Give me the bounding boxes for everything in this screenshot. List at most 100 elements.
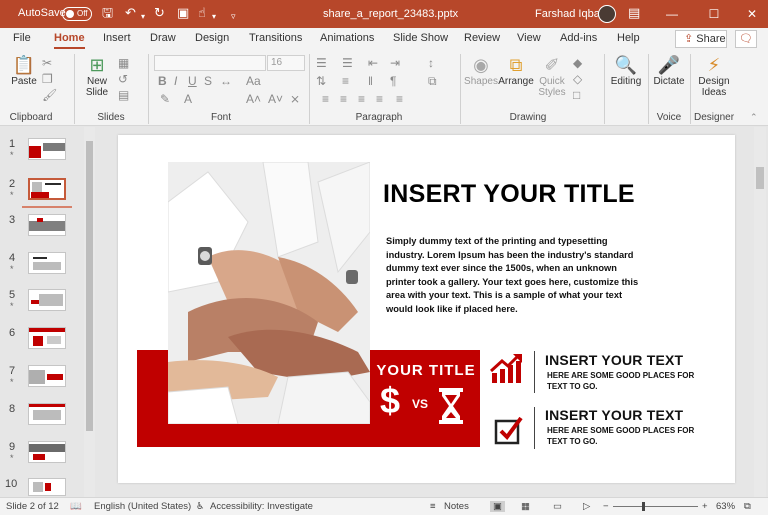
tab-transitions[interactable]: Transitions (249, 32, 302, 44)
thumbnail-5[interactable]: 5 * (0, 289, 85, 319)
minimize-icon[interactable]: — (658, 3, 686, 25)
thumbnail-image[interactable] (28, 403, 66, 425)
accessibility-icon[interactable]: ♿ (196, 501, 205, 512)
customize-toolbar-icon[interactable]: ▿ (231, 9, 236, 23)
tab-animations[interactable]: Animations (320, 32, 374, 44)
feature-1-title[interactable]: INSERT YOUR TEXT (545, 352, 683, 368)
thumbnail-image[interactable] (28, 214, 66, 236)
change-case-icon[interactable]: Aa (246, 74, 261, 88)
reset-icon[interactable]: ↺ (118, 72, 128, 86)
align-center-icon[interactable]: ≡ (340, 92, 347, 106)
thumbnail-image[interactable] (28, 441, 66, 463)
thumbnail-6[interactable]: 6 (0, 327, 85, 357)
align-left-icon[interactable]: ≡ (322, 92, 329, 106)
arrange-button[interactable]: ⧉ Arrange (498, 54, 534, 87)
fit-slide-icon[interactable]: ⧉ (744, 501, 751, 512)
spelling-icon[interactable]: 📖 (70, 501, 82, 512)
thumbnail-scrollbar[interactable] (84, 127, 95, 497)
tab-review[interactable]: Review (464, 32, 500, 44)
new-slide-button[interactable]: ⊞ New Slide (80, 54, 114, 98)
redo-icon[interactable]: ↻ (154, 6, 165, 20)
maximize-icon[interactable]: ☐ (700, 3, 728, 25)
zoom-level[interactable]: 63% (716, 501, 735, 512)
zoom-out-icon[interactable]: − (603, 501, 609, 512)
slideshow-icon[interactable]: ▷ (583, 501, 590, 512)
tab-home[interactable]: Home (54, 32, 85, 49)
shape-effects-icon[interactable]: □ (573, 88, 580, 102)
cut-icon[interactable]: ✂ (42, 56, 52, 70)
accessibility-status[interactable]: Accessibility: Investigate (210, 501, 313, 512)
banner-title[interactable]: YOUR TITLE (376, 362, 476, 379)
thumbnail-7[interactable]: 7 * (0, 365, 85, 395)
character-spacing-icon[interactable]: ↔ (220, 74, 232, 88)
shapes-button[interactable]: ◉ Shapes (464, 54, 498, 87)
slide-sorter-icon[interactable]: ▦ (521, 501, 530, 512)
thumbnail-3[interactable]: 3 (0, 214, 85, 244)
clear-formatting-icon[interactable]: ⨯ (290, 92, 300, 106)
font-family-combo[interactable] (154, 55, 266, 71)
format-painter-icon[interactable]: 🖌 (42, 88, 57, 102)
thumbnail-1[interactable]: 1 * (0, 138, 85, 168)
scrollbar-thumb[interactable] (756, 167, 764, 189)
decrease-font-icon[interactable]: A˅ (268, 92, 283, 106)
touch-mode-icon[interactable]: ☝ (198, 6, 206, 20)
align-right-icon[interactable]: ≡ (358, 92, 365, 106)
columns-icon[interactable]: ‖ (368, 74, 373, 88)
font-size-combo[interactable]: 16 (267, 55, 305, 71)
slide-canvas[interactable]: INSERT YOUR TITLE Simply dummy text of t… (118, 135, 735, 483)
undo-icon[interactable]: ↶ (125, 6, 136, 20)
thumbnail-2[interactable]: 2 * (0, 178, 85, 208)
reading-view-icon[interactable]: ▭ (553, 501, 562, 512)
share-button[interactable]: ⇪ Share (675, 30, 727, 48)
copy-icon[interactable]: ❐ (42, 72, 53, 86)
zoom-in-icon[interactable]: + (702, 501, 708, 512)
feature-2-title[interactable]: INSERT YOUR TEXT (545, 407, 683, 423)
thumbnail-image[interactable] (28, 478, 66, 496)
decrease-indent-icon[interactable]: ⇤ (368, 56, 378, 70)
thumbnail-4[interactable]: 4 * (0, 252, 85, 282)
thumbnail-image[interactable] (28, 289, 66, 311)
avatar[interactable] (598, 5, 616, 23)
dictate-button[interactable]: 🎤 Dictate (652, 54, 686, 87)
justify-icon[interactable]: ≡ (376, 92, 383, 106)
close-icon[interactable]: ✕ (738, 3, 766, 25)
align-text-icon[interactable]: ≡ (342, 74, 349, 88)
slide-vertical-scrollbar[interactable] (754, 127, 766, 497)
ribbon-display-icon[interactable]: ▤ (628, 6, 640, 20)
increase-font-icon[interactable]: A˄ (246, 92, 261, 106)
tab-slide-show[interactable]: Slide Show (393, 32, 448, 44)
tab-file[interactable]: File (13, 32, 31, 44)
underline-icon[interactable]: U (188, 74, 197, 88)
line-spacing-icon[interactable]: ↕ (428, 56, 434, 70)
scrollbar-thumb[interactable] (86, 141, 93, 431)
tab-insert[interactable]: Insert (103, 32, 131, 44)
layout-icon[interactable]: ▦ (118, 56, 129, 70)
paste-button[interactable]: 📋 Paste (8, 54, 40, 87)
normal-view-icon[interactable]: ▣ (490, 501, 505, 512)
font-color-icon[interactable]: A (184, 92, 192, 106)
tab-help[interactable]: Help (617, 32, 640, 44)
smartart-icon[interactable]: ⧉ (428, 74, 437, 88)
language-status[interactable]: English (United States) (94, 501, 191, 512)
zoom-slider-thumb[interactable] (642, 502, 645, 511)
shape-outline-icon[interactable]: ◇ (573, 72, 582, 86)
save-icon[interactable]: 🖫 (102, 6, 113, 20)
thumbnail-image[interactable] (28, 327, 66, 349)
section-icon[interactable]: ▤ (118, 88, 129, 102)
thumbnail-image[interactable] (28, 252, 66, 274)
collapse-ribbon-icon[interactable]: ⌃ (750, 110, 758, 124)
italic-icon[interactable]: I (174, 74, 177, 88)
design-ideas-button[interactable]: ⚡ Design Ideas (694, 54, 734, 98)
text-highlight-icon[interactable]: ✎ (160, 92, 170, 106)
distributed-icon[interactable]: ≡ (396, 92, 403, 106)
increase-indent-icon[interactable]: ⇥ (390, 56, 400, 70)
thumbnail-9[interactable]: 9 * (0, 441, 85, 471)
quick-styles-button[interactable]: ✐ Quick Styles (536, 54, 568, 98)
bullets-icon[interactable]: ☰ (316, 56, 327, 70)
shape-fill-icon[interactable]: ◆ (573, 56, 582, 70)
thumbnail-image[interactable] (28, 365, 66, 387)
slide-body-text[interactable]: Simply dummy text of the printing and ty… (386, 235, 641, 317)
autosave-toggle[interactable]: Off (62, 7, 92, 21)
comments-button[interactable]: 🗨 (735, 30, 757, 48)
notes-button[interactable]: Notes (444, 501, 469, 512)
